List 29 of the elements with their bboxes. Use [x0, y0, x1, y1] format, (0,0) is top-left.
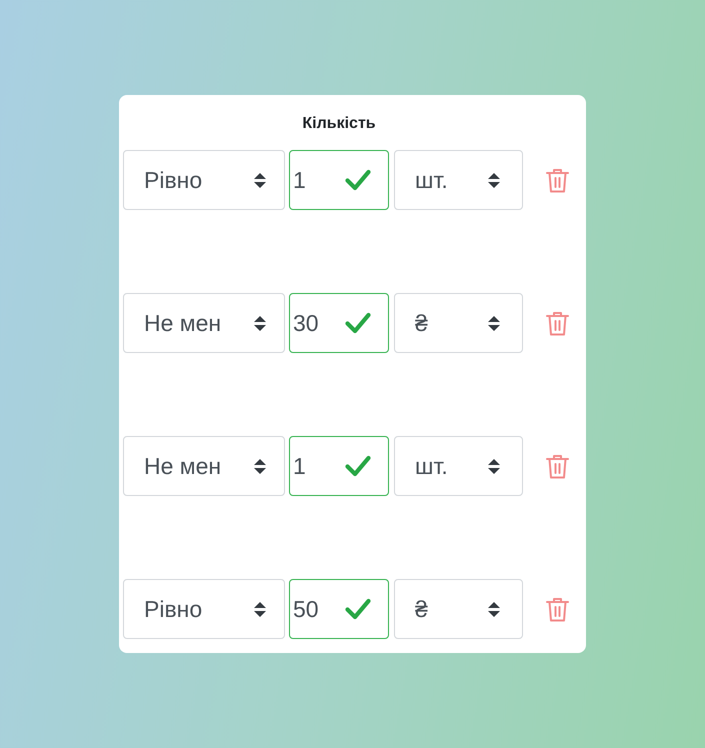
unit-select[interactable]: ₴	[394, 293, 523, 353]
check-icon	[345, 312, 371, 334]
column-header: Кількість	[302, 114, 376, 134]
unit-select[interactable]: шт.	[394, 436, 523, 496]
trash-icon[interactable]	[546, 596, 569, 622]
updown-arrows-icon	[488, 602, 500, 616]
updown-arrows-icon	[254, 172, 266, 188]
updown-arrows-icon	[254, 316, 266, 330]
check-icon	[345, 169, 371, 191]
unit-select[interactable]: шт.	[394, 150, 523, 210]
amount-field[interactable]: 50	[289, 579, 389, 639]
updown-arrows-icon	[488, 316, 500, 330]
condition-select[interactable]: Рівно	[123, 579, 285, 639]
trash-icon[interactable]	[546, 168, 569, 192]
trash-icon[interactable]	[546, 310, 569, 336]
updown-arrows-icon	[488, 172, 500, 188]
amount-field[interactable]: 1	[289, 150, 389, 210]
amount-field[interactable]: 30	[289, 293, 389, 353]
trash-icon[interactable]	[546, 454, 569, 478]
updown-arrows-icon	[488, 458, 500, 474]
condition-select[interactable]: Не мен	[123, 436, 285, 496]
check-icon	[345, 455, 371, 477]
updown-arrows-icon	[254, 602, 266, 616]
check-icon	[345, 598, 371, 620]
amount-field[interactable]: 1	[289, 436, 389, 496]
unit-select[interactable]: ₴	[394, 579, 523, 639]
condition-select[interactable]: Не мен	[123, 293, 285, 353]
condition-select[interactable]: Рівно	[123, 150, 285, 210]
updown-arrows-icon	[254, 458, 266, 474]
